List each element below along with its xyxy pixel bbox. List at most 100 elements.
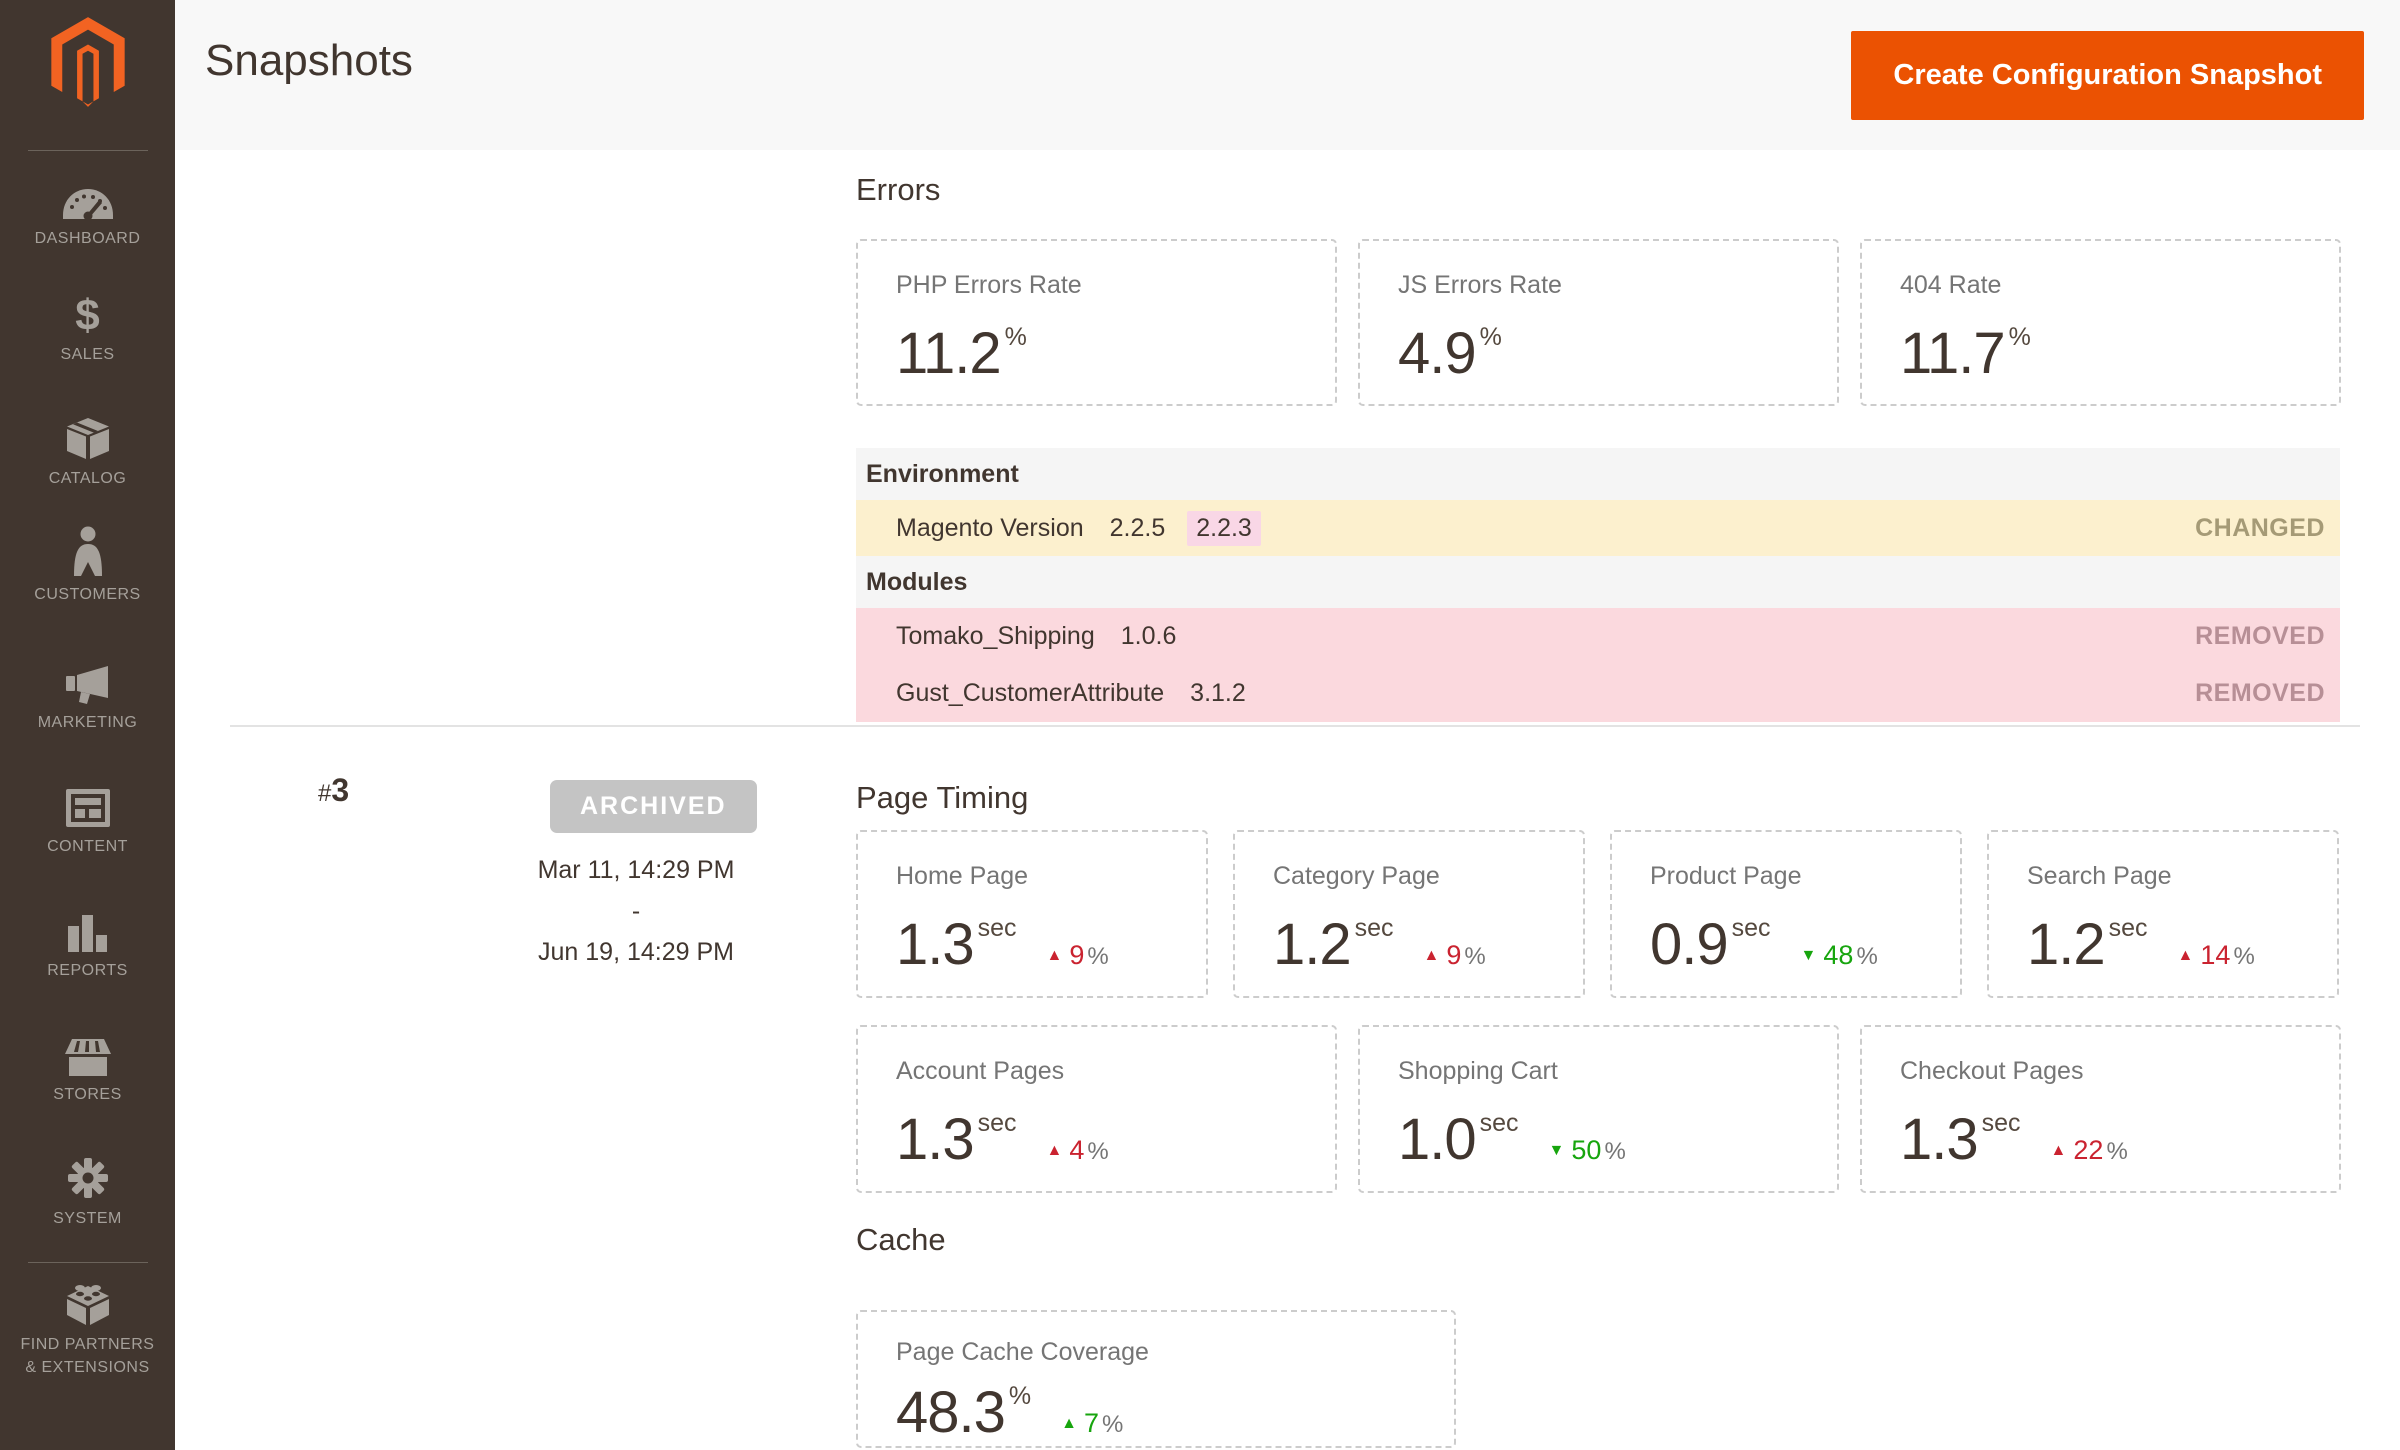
table-row-tomako-shipping: Tomako_Shipping 1.0.6 REMOVED <box>856 608 2340 665</box>
metric-label: Shopping Cart <box>1398 1057 1837 1086</box>
trend-delta: 7% <box>1061 1408 1123 1438</box>
metric-value: 1.2sec9% <box>1273 911 1583 978</box>
config-old-value: 1.0.6 <box>1121 622 1177 651</box>
cache-section-heading: Cache <box>856 1222 946 1258</box>
sidebar-item-label: STORES <box>53 1085 122 1104</box>
sidebar-item-label: DASHBOARD <box>35 229 141 248</box>
reports-icon <box>67 912 109 952</box>
sales-icon: $ <box>75 296 99 336</box>
errors-section-heading: Errors <box>856 172 940 208</box>
content-icon <box>65 788 111 828</box>
metric-value: 11.7% <box>1900 320 2339 387</box>
status-label: CHANGED <box>2195 514 2325 543</box>
sidebar-item-label: REPORTS <box>47 961 128 980</box>
error-cards-row: PHP Errors Rate 11.2% JS Errors Rate 4.9… <box>856 239 2341 406</box>
sidebar-item-sales[interactable]: $ SALES <box>0 296 175 364</box>
cache-cards-row: Page Cache Coverage 48.3%7% <box>856 1310 1456 1448</box>
trend-arrow-icon <box>2051 1142 2067 1159</box>
trend-arrow-icon <box>1047 947 1063 964</box>
sidebar-item-catalog[interactable]: CATALOG <box>0 420 175 488</box>
metric-label: JS Errors Rate <box>1398 271 1837 300</box>
snapshot-date-to: Jun 19, 14:29 PM <box>486 932 786 973</box>
timing-card-product-page: Product Page 0.9sec48% <box>1610 830 1962 998</box>
status-label: REMOVED <box>2195 679 2325 708</box>
magento-logo[interactable] <box>0 16 175 108</box>
table-section-modules: Modules <box>856 556 2340 608</box>
trend-delta: 14% <box>2178 940 2255 970</box>
extensions-icon <box>64 1286 112 1326</box>
config-name: Gust_CustomerAttribute <box>896 679 1164 708</box>
timing-card-search-page: Search Page 1.2sec14% <box>1987 830 2339 998</box>
config-name: Tomako_Shipping <box>896 622 1095 651</box>
system-icon <box>66 1160 110 1200</box>
catalog-icon <box>65 420 111 460</box>
sidebar-item-dashboard[interactable]: DASHBOARD <box>0 180 175 248</box>
sidebar-item-marketing[interactable]: MARKETING <box>0 664 175 732</box>
sidebar-item-label: CONTENT <box>47 837 128 856</box>
config-new-value: 2.2.3 <box>1187 511 1261 546</box>
config-old-value: 2.2.5 <box>1110 514 1166 543</box>
table-section-environment: Environment <box>856 448 2340 500</box>
section-title: Environment <box>866 460 1019 489</box>
sidebar-item-find-partners[interactable]: FIND PARTNERS & EXTENSIONS <box>0 1286 175 1377</box>
snapshot-row-divider <box>230 725 2360 727</box>
status-label: REMOVED <box>2195 622 2325 651</box>
metric-label: Product Page <box>1650 862 1960 891</box>
page-header: Snapshots Create Configuration Snapshot <box>175 0 2400 151</box>
config-name: Magento Version <box>896 514 1084 543</box>
metric-card-404-rate: 404 Rate 11.7% <box>1860 239 2341 406</box>
timing-card-checkout-pages: Checkout Pages 1.3sec22% <box>1860 1025 2341 1193</box>
metric-label: Category Page <box>1273 862 1583 891</box>
trend-arrow-icon <box>1047 1142 1063 1159</box>
sidebar: DASHBOARD $ SALES CATALOG CUSTOMERS MARK… <box>0 0 175 1450</box>
sidebar-item-system[interactable]: SYSTEM <box>0 1160 175 1228</box>
trend-delta: 50% <box>1549 1135 1626 1165</box>
sidebar-item-label: SYSTEM <box>53 1209 122 1228</box>
snapshot-number: #3 <box>318 772 349 809</box>
metric-value: 0.9sec48% <box>1650 911 1960 978</box>
metric-label: 404 Rate <box>1900 271 2339 300</box>
config-old-value: 3.1.2 <box>1190 679 1246 708</box>
metric-value: 4.9% <box>1398 320 1837 387</box>
sidebar-item-label: SALES <box>60 345 114 364</box>
trend-arrow-icon <box>1061 1415 1077 1432</box>
table-row-magento-version: Magento Version 2.2.5 2.2.3 CHANGED <box>856 500 2340 556</box>
trend-delta: 9% <box>1047 940 1109 970</box>
sidebar-item-content[interactable]: CONTENT <box>0 788 175 856</box>
sidebar-item-label: CATALOG <box>49 469 127 488</box>
sidebar-item-stores[interactable]: STORES <box>0 1036 175 1104</box>
trend-delta: 48% <box>1801 940 1878 970</box>
metric-value: 1.3sec22% <box>1900 1106 2339 1173</box>
metric-label: Search Page <box>2027 862 2337 891</box>
timing-card-account-pages: Account Pages 1.3sec4% <box>856 1025 1337 1193</box>
section-title: Modules <box>866 568 967 597</box>
snapshot-date-from: Mar 11, 14:29 PM <box>486 850 786 891</box>
sidebar-item-label: CUSTOMERS <box>34 585 140 604</box>
sidebar-item-customers[interactable]: CUSTOMERS <box>0 536 175 604</box>
snapshot-hash: # <box>318 780 331 807</box>
sidebar-divider-top <box>28 150 148 151</box>
sidebar-item-reports[interactable]: REPORTS <box>0 912 175 980</box>
main-content: Errors PHP Errors Rate 11.2% JS Errors R… <box>175 150 2400 1450</box>
stores-icon <box>64 1036 112 1076</box>
trend-delta: 4% <box>1047 1135 1109 1165</box>
metric-label: Checkout Pages <box>1900 1057 2339 1086</box>
metric-value: 48.3%7% <box>896 1379 1454 1446</box>
create-configuration-snapshot-button[interactable]: Create Configuration Snapshot <box>1851 31 2364 120</box>
metric-label: Page Cache Coverage <box>896 1338 1454 1367</box>
trend-delta: 22% <box>2051 1135 2128 1165</box>
timing-card-category-page: Category Page 1.2sec9% <box>1233 830 1585 998</box>
metric-card-js-errors: JS Errors Rate 4.9% <box>1358 239 1839 406</box>
metric-label: Account Pages <box>896 1057 1335 1086</box>
metric-value: 1.3sec4% <box>896 1106 1335 1173</box>
trend-arrow-icon <box>1549 1142 1565 1159</box>
sidebar-divider-bottom <box>28 1262 148 1263</box>
trend-arrow-icon <box>2178 947 2194 964</box>
snapshot-date-range: Mar 11, 14:29 PM - Jun 19, 14:29 PM <box>486 850 786 973</box>
status-badge: ARCHIVED <box>550 780 757 833</box>
snapshot-id: 3 <box>331 772 349 808</box>
snapshot-date-separator: - <box>486 891 786 932</box>
page-timing-section-heading: Page Timing <box>856 780 1028 816</box>
trend-arrow-icon <box>1424 947 1440 964</box>
customers-icon <box>71 536 105 576</box>
